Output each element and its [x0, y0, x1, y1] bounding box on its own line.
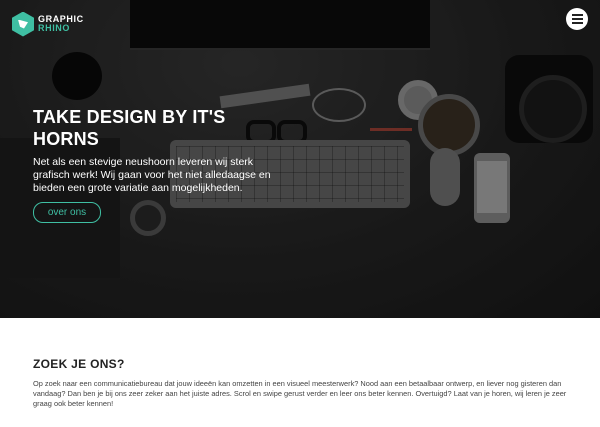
hero-title: TAKE DESIGN BY IT'S HORNS: [33, 107, 226, 149]
hamburger-menu-icon: [571, 22, 583, 24]
hero-description: Net als een stevige neushoorn leveren wi…: [33, 156, 271, 194]
hero-banner: GRAPHIC RHINO TAKE DESIGN BY IT'S HORNS …: [0, 0, 600, 318]
rhino-logo-icon: [12, 11, 34, 37]
hamburger-menu-icon: [571, 18, 583, 20]
brand-name: GRAPHIC RHINO: [38, 15, 84, 33]
hamburger-menu-icon: [571, 14, 583, 16]
about-us-button[interactable]: over ons: [33, 202, 101, 223]
section-text: Op zoek naar een communicatiebureau dat …: [33, 379, 567, 408]
brand-name-line2: RHINO: [38, 23, 70, 33]
brand-logo[interactable]: GRAPHIC RHINO: [12, 9, 84, 39]
menu-button[interactable]: [566, 8, 588, 30]
section-title: ZOEK JE ONS?: [33, 357, 125, 371]
